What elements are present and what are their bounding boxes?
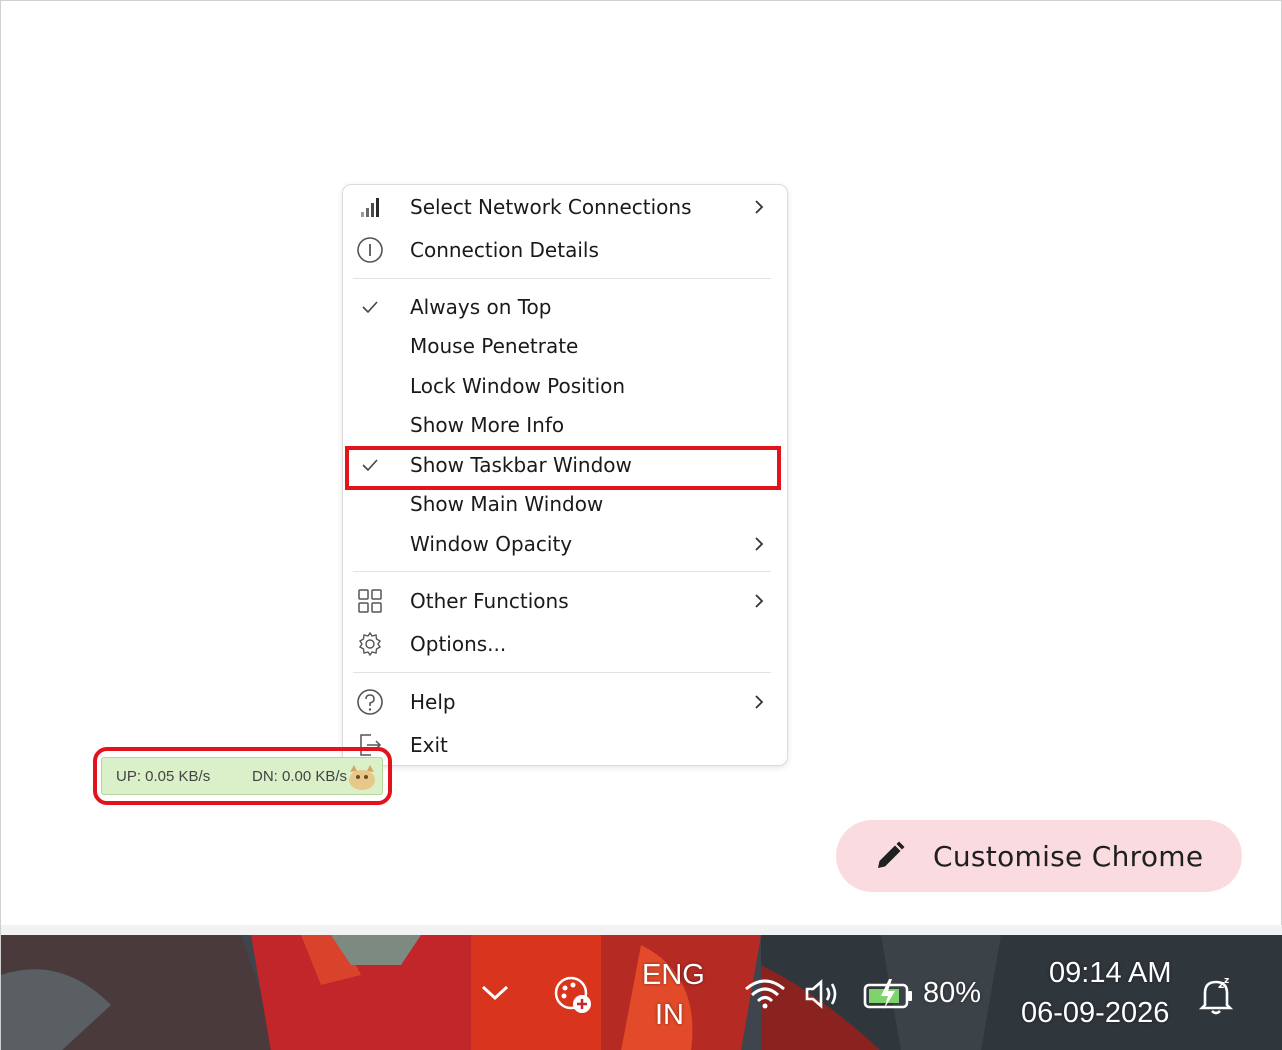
taskbar-shadow: [1, 925, 1282, 935]
menu-separator: [353, 278, 771, 279]
network-speed-widget[interactable]: UP: 0.05 KB/s DN: 0.00 KB/s: [101, 757, 383, 795]
menu-item-label: Help: [410, 690, 456, 714]
menu-item-select-network-connections[interactable]: Select Network Connections: [343, 188, 787, 226]
menu-item-options[interactable]: Options...: [343, 625, 787, 663]
highlight-annotation-box: [345, 446, 781, 490]
menu-item-mouse-penetrate[interactable]: Mouse Penetrate: [343, 327, 787, 365]
grid-icon: [355, 586, 385, 616]
battery-percentage[interactable]: 80%: [923, 977, 981, 1010]
menu-item-lock-window-position[interactable]: Lock Window Position: [343, 367, 787, 405]
context-menu: Select Network Connections Connection De…: [342, 184, 788, 766]
language-indicator-line2[interactable]: IN: [655, 999, 684, 1032]
clock-time[interactable]: 09:14 AM: [1049, 957, 1172, 990]
volume-icon[interactable]: [804, 977, 840, 1015]
menu-item-label: Show Main Window: [410, 492, 604, 516]
taskbar: ENG IN 80% 09:14 AM 06-09-2026 z z: [1, 935, 1282, 1050]
menu-item-label: Window Opacity: [410, 532, 573, 556]
signal-bars-icon: [355, 192, 385, 222]
menu-item-label: Other Functions: [410, 589, 569, 613]
menu-item-label: Select Network Connections: [410, 195, 692, 219]
download-speed: DN: 0.00 KB/s: [252, 768, 348, 785]
show-hidden-icons-chevron-icon[interactable]: [479, 983, 511, 1007]
menu-separator: [353, 672, 771, 673]
menu-item-label: Show More Info: [410, 413, 565, 437]
menu-item-label: Options...: [410, 632, 507, 656]
pencil-icon: [874, 840, 906, 872]
menu-item-other-functions[interactable]: Other Functions: [343, 582, 787, 620]
menu-item-always-on-top[interactable]: Always on Top: [343, 288, 787, 326]
menu-item-window-opacity[interactable]: Window Opacity: [343, 525, 787, 563]
menu-item-help[interactable]: Help: [343, 683, 787, 721]
customise-chrome-label: Customise Chrome: [933, 839, 1204, 873]
checkmark-icon: [355, 292, 385, 322]
chevron-right-icon: [751, 536, 767, 552]
gear-icon: [355, 629, 385, 659]
menu-item-show-more-info[interactable]: Show More Info: [343, 406, 787, 444]
svg-text:z: z: [1224, 976, 1229, 986]
palette-add-icon[interactable]: [553, 975, 595, 1021]
menu-item-label: Lock Window Position: [410, 374, 626, 398]
menu-item-connection-details[interactable]: Connection Details: [343, 231, 787, 269]
clock-date[interactable]: 06-09-2026: [1021, 997, 1169, 1030]
battery-charging-icon[interactable]: [863, 977, 915, 1015]
language-indicator-line1[interactable]: ENG: [642, 959, 705, 992]
customise-chrome-button[interactable]: Customise Chrome: [836, 820, 1242, 892]
info-icon: [355, 235, 385, 265]
menu-item-exit[interactable]: Exit: [343, 726, 787, 764]
wallpaper-image: [1, 935, 1282, 1050]
menu-item-label: Always on Top: [410, 295, 552, 319]
menu-item-label: Mouse Penetrate: [410, 334, 579, 358]
help-icon: [355, 687, 385, 717]
upload-speed: UP: 0.05 KB/s: [116, 768, 211, 785]
chevron-right-icon: [751, 593, 767, 609]
wifi-icon[interactable]: [743, 977, 787, 1015]
menu-item-label: Exit: [410, 733, 448, 757]
menu-item-label: Connection Details: [410, 238, 599, 262]
chevron-right-icon: [751, 199, 767, 215]
chevron-right-icon: [751, 694, 767, 710]
desktop-screen: Select Network Connections Connection De…: [0, 0, 1282, 1050]
mascot-icon: [344, 762, 380, 792]
menu-item-show-main-window[interactable]: Show Main Window: [343, 485, 787, 523]
menu-separator: [353, 571, 771, 572]
notifications-bell-icon[interactable]: z z: [1197, 975, 1237, 1021]
